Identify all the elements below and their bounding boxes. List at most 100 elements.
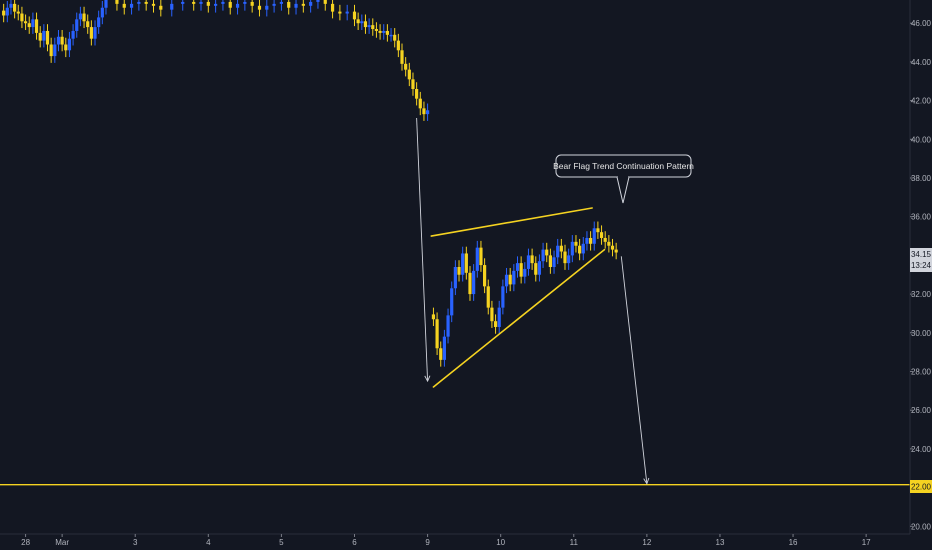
y-tick-label: 30.00 bbox=[911, 329, 932, 338]
candle-body bbox=[523, 268, 527, 277]
candle-body bbox=[400, 50, 404, 64]
x-tick-label: 3 bbox=[133, 538, 138, 547]
annotation-text: Bear Flag Trend Continuation Pattern bbox=[553, 161, 694, 171]
candle-body bbox=[363, 21, 368, 28]
y-tick-label: 46.00 bbox=[911, 19, 932, 28]
candle-body bbox=[425, 110, 430, 115]
y-tick-label: 40.00 bbox=[911, 135, 932, 144]
candle-body bbox=[457, 267, 461, 275]
candle-body bbox=[206, 1, 210, 6]
countdown-label: 13:24 bbox=[911, 261, 932, 270]
candle-body bbox=[78, 13, 83, 20]
candle-body bbox=[504, 274, 509, 287]
candle-body bbox=[34, 19, 39, 33]
candle-body bbox=[567, 255, 571, 264]
candle-body bbox=[515, 263, 520, 271]
candle-body bbox=[418, 98, 422, 109]
candle-body bbox=[519, 263, 523, 277]
candle-body bbox=[501, 286, 505, 308]
candle-body bbox=[422, 108, 426, 115]
candle-body bbox=[610, 245, 615, 250]
candle-body bbox=[9, 3, 13, 8]
candle-body bbox=[464, 253, 468, 273]
candle-body bbox=[16, 11, 20, 14]
candle-body bbox=[552, 257, 556, 267]
x-tick-label: 12 bbox=[642, 538, 651, 547]
candle-body bbox=[316, 0, 320, 2]
candle-body bbox=[97, 17, 101, 28]
candle-body bbox=[607, 241, 611, 246]
candle-body bbox=[526, 255, 531, 269]
candle-body bbox=[272, 3, 276, 6]
x-tick-label: 13 bbox=[716, 538, 725, 547]
x-tick-label: 5 bbox=[279, 538, 284, 547]
candle-body bbox=[214, 3, 218, 6]
candle-body bbox=[257, 5, 262, 10]
candle-body bbox=[345, 11, 349, 14]
x-tick-label: Mar bbox=[55, 538, 69, 547]
y-tick-label: 42.00 bbox=[911, 97, 932, 106]
candle-body bbox=[468, 272, 472, 295]
candle-body bbox=[574, 241, 578, 246]
candle-body bbox=[144, 1, 148, 4]
candle-body bbox=[404, 63, 408, 70]
x-tick-label: 16 bbox=[789, 538, 798, 547]
candle-body bbox=[38, 32, 42, 41]
candle-body bbox=[89, 27, 93, 39]
candle-body bbox=[56, 36, 61, 45]
candle-body bbox=[42, 30, 46, 41]
candle-body bbox=[352, 11, 357, 20]
candle-body bbox=[86, 21, 90, 28]
candle-body bbox=[581, 243, 585, 254]
candle-body bbox=[309, 1, 313, 6]
candle-body bbox=[45, 30, 50, 45]
last-price-label: 34.15 bbox=[911, 250, 932, 259]
candle-body bbox=[411, 79, 415, 89]
candle-body bbox=[490, 307, 494, 322]
chart-canvas[interactable]: Bear Flag Trend Continuation Pattern 20.… bbox=[0, 0, 932, 550]
candle-body bbox=[483, 265, 487, 287]
y-tick-label: 32.00 bbox=[911, 290, 932, 299]
candle-body bbox=[221, 1, 225, 4]
candle-body bbox=[115, 0, 119, 4]
candle-body bbox=[279, 1, 284, 4]
candle-body bbox=[479, 247, 483, 266]
candle-body bbox=[548, 255, 552, 267]
candle-body bbox=[228, 1, 232, 8]
y-tick-label: 28.00 bbox=[911, 367, 932, 376]
candle-body bbox=[49, 44, 53, 57]
candle-body bbox=[151, 3, 156, 6]
x-tick-label: 17 bbox=[862, 538, 871, 547]
candle-body bbox=[486, 286, 490, 308]
candle-body bbox=[199, 1, 203, 4]
candle-body bbox=[497, 307, 501, 327]
candle-body bbox=[137, 1, 141, 4]
candle-body bbox=[599, 232, 604, 238]
candle-body bbox=[578, 245, 582, 254]
candle-body bbox=[371, 25, 375, 30]
candle-body bbox=[243, 1, 247, 4]
candle-body bbox=[512, 270, 516, 285]
candle-body bbox=[374, 29, 379, 31]
candle-body bbox=[453, 267, 457, 289]
x-tick-label: 9 bbox=[425, 538, 430, 547]
candle-body bbox=[287, 1, 291, 8]
candle-body bbox=[563, 251, 567, 264]
candle-body bbox=[435, 319, 439, 349]
candle-body bbox=[603, 237, 607, 242]
candle-body bbox=[385, 30, 389, 35]
x-tick-label: 11 bbox=[570, 538, 579, 547]
candle-body bbox=[556, 245, 560, 258]
candle-body bbox=[338, 11, 342, 14]
candle-body bbox=[31, 19, 35, 28]
candle-body bbox=[356, 19, 360, 24]
candle-body bbox=[393, 34, 397, 41]
candle-body bbox=[559, 245, 563, 252]
candle-body bbox=[439, 348, 443, 360]
y-tick-label: 44.00 bbox=[911, 58, 932, 67]
candle-body bbox=[71, 30, 75, 39]
candle-body bbox=[570, 241, 574, 256]
candle-body bbox=[323, 0, 327, 4]
candle-body bbox=[592, 228, 596, 244]
candle-body bbox=[360, 21, 364, 24]
